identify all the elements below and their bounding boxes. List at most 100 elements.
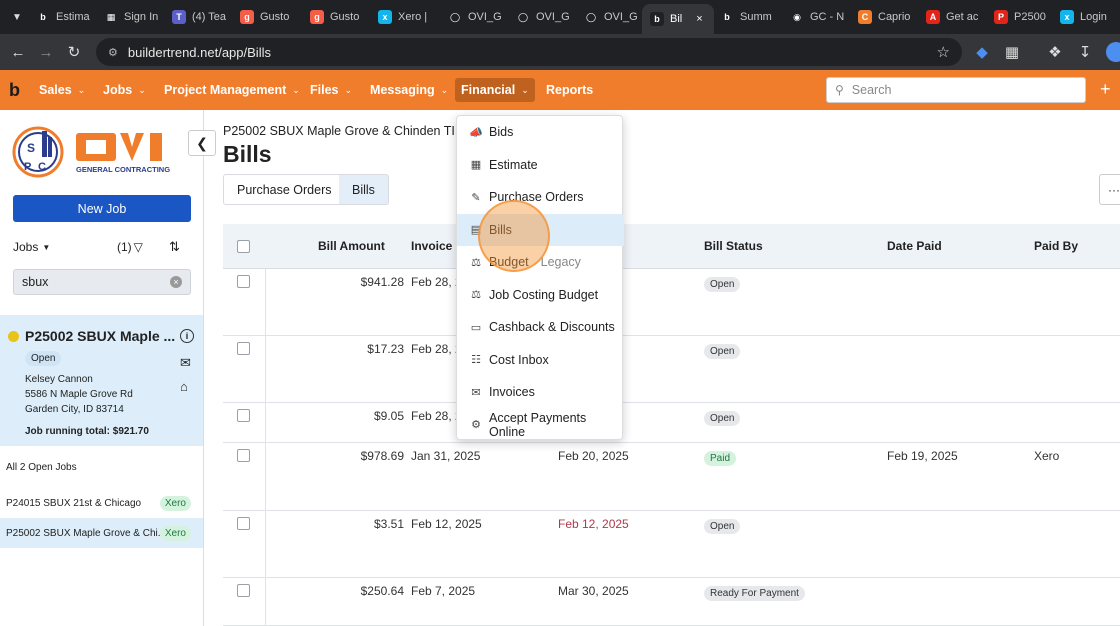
jobs-filter-bar: Jobs ▼ (1) ▽ ⇅ <box>13 237 193 257</box>
tab-search-dropdown[interactable]: ▼ <box>8 8 26 26</box>
job-address-line2: Garden City, ID 83714 <box>25 404 124 415</box>
browser-tab-label: Summ <box>740 11 772 23</box>
ticket-icon: ▭ <box>470 321 482 334</box>
menu-item-cost-inbox[interactable]: ☷ Cost Inbox <box>457 344 624 376</box>
browser-tab[interactable]: x Xero | <box>378 6 438 28</box>
page-title: Bills <box>223 141 272 167</box>
menu-item-estimate[interactable]: ▦ Estimate <box>457 149 624 181</box>
browser-tab[interactable]: A Get ac <box>926 6 986 28</box>
bookmark-star-icon[interactable]: ☆ <box>937 43 950 61</box>
browser-tab[interactable]: P P2500 <box>994 6 1054 28</box>
row-checkbox[interactable] <box>237 275 250 288</box>
buildertrend-logo[interactable]: b <box>9 80 27 100</box>
job-search-value: sbux <box>22 275 49 289</box>
forward-button[interactable]: → <box>36 42 56 62</box>
column-bill-amount[interactable]: Bill Amount <box>318 239 385 253</box>
address-bar[interactable]: ⚙ buildertrend.net/app/Bills ☆ <box>96 38 962 66</box>
browser-tab-label: P2500 <box>1014 11 1046 23</box>
invoice-date: Feb 12, 2025 <box>411 517 482 531</box>
browser-tab-label: Estima <box>56 11 90 23</box>
more-options-button[interactable]: ··· <box>1099 174 1120 205</box>
browser-tab[interactable]: b Summ <box>720 6 780 28</box>
nav-sales[interactable]: Sales ⌄ <box>33 78 91 102</box>
table-row[interactable]: $9.05 Feb 28, 2 Open <box>223 403 1120 443</box>
extensions-puzzle-icon[interactable]: ▦ <box>1002 42 1022 62</box>
select-all-checkbox[interactable] <box>237 240 250 253</box>
column-paid-by[interactable]: Paid By <box>1034 239 1078 253</box>
menu-item-cashback-discounts[interactable]: ▭ Cashback & Discounts <box>457 311 624 343</box>
site-info-icon[interactable]: ⚙ <box>108 46 118 59</box>
tab-bills[interactable]: Bills <box>339 174 389 205</box>
jobs-dropdown[interactable]: Jobs ▼ <box>13 240 50 254</box>
global-search-input[interactable]: ⚲ Search <box>826 77 1086 103</box>
job-search-field[interactable]: sbux × <box>13 269 191 295</box>
download-icon[interactable]: ↧ <box>1075 42 1095 62</box>
table-row[interactable]: $941.28 Feb 28, 2 Open <box>223 269 1120 336</box>
browser-tab[interactable]: ◯ OVI_G <box>516 6 576 28</box>
copilot-icon[interactable]: ❖ <box>1045 42 1065 62</box>
bill-amount: $9.05 <box>373 409 404 423</box>
add-icon[interactable]: + <box>1100 79 1111 100</box>
clear-search-icon[interactable]: × <box>170 276 182 288</box>
table-row[interactable]: $17.23 Feb 28, 2 Open <box>223 336 1120 403</box>
menu-item-job-costing-budget[interactable]: ⚖ Job Costing Budget <box>457 279 624 311</box>
info-icon[interactable]: i <box>180 329 194 343</box>
browser-tab-label: Gusto <box>330 11 360 23</box>
column-date-paid[interactable]: Date Paid <box>887 239 942 253</box>
browser-tab[interactable]: C Caprio <box>858 6 918 28</box>
close-tab-icon[interactable]: × <box>696 13 702 25</box>
browser-tab[interactable]: g Gusto <box>310 6 370 28</box>
browser-tab[interactable]: ◯ OVI_G <box>448 6 508 28</box>
nav-messaging[interactable]: Messaging ⌄ <box>364 78 454 102</box>
sort-icon[interactable]: ⇅ <box>169 239 180 255</box>
row-checkbox[interactable] <box>237 449 250 462</box>
browser-tab[interactable]: b Estima <box>36 6 96 28</box>
browser-tab[interactable]: x Login <box>1060 6 1120 28</box>
search-placeholder: Search <box>851 83 892 97</box>
buildertrend-icon: b <box>36 10 50 24</box>
nav-reports[interactable]: Reports <box>540 78 599 102</box>
column-bill-status[interactable]: Bill Status <box>704 239 763 253</box>
nav-financial[interactable]: Financial ⌄ <box>455 78 535 102</box>
browser-tab[interactable]: ▦ Sign In <box>104 6 164 28</box>
row-checkbox[interactable] <box>237 342 250 355</box>
selected-job-card[interactable]: P25002 SBUX Maple ... Open Kelsey Cannon… <box>0 315 203 446</box>
date-paid: Feb 19, 2025 <box>887 449 958 463</box>
filter-button[interactable]: (1) ▽ <box>117 240 143 254</box>
row-checkbox[interactable] <box>237 584 250 597</box>
row-checkbox[interactable] <box>237 409 250 422</box>
menu-item-invoices[interactable]: ✉ Invoices <box>457 376 624 408</box>
table-row[interactable]: $3.51 Feb 12, 2025 Feb 12, 2025 Open <box>223 511 1120 578</box>
profile-avatar[interactable] <box>1106 42 1120 62</box>
extension-shield-icon[interactable]: ◆ <box>972 42 992 62</box>
browser-tab-label: Get ac <box>946 11 979 23</box>
menu-item-bids[interactable]: 📣 Bids <box>457 116 624 148</box>
mail-icon[interactable]: ✉ <box>180 355 191 371</box>
browser-tab[interactable]: g Gusto <box>240 6 300 28</box>
nav-files[interactable]: Files ⌄ <box>304 78 358 102</box>
new-job-button[interactable]: New Job <box>13 195 191 222</box>
buildertrend-icon: b <box>650 12 664 26</box>
row-checkbox[interactable] <box>237 517 250 530</box>
job-list-item[interactable]: P24015 SBUX 21st & Chicago Xero <box>0 488 203 518</box>
table-row[interactable]: $978.69 Jan 31, 2025 Feb 20, 2025 Paid Feb 1… <box>223 443 1120 511</box>
reload-button[interactable]: ↻ <box>64 42 84 62</box>
back-button[interactable]: ← <box>8 42 28 62</box>
github-icon: ◉ <box>790 10 804 24</box>
menu-item-purchase-orders[interactable]: ✎ Purchase Orders <box>457 181 624 213</box>
job-list-item[interactable]: P25002 SBUX Maple Grove & Chi... Xero <box>0 518 203 548</box>
browser-tab[interactable]: T (4) Tea <box>172 6 232 28</box>
tab-purchase-orders[interactable]: Purchase Orders <box>223 174 346 205</box>
nav-project-management[interactable]: Project Management ⌄ <box>158 78 306 102</box>
click-indicator <box>478 200 550 272</box>
home-icon[interactable]: ⌂ <box>180 379 188 394</box>
nav-jobs[interactable]: Jobs ⌄ <box>97 78 152 102</box>
job-title: P25002 SBUX Maple ... <box>25 328 176 344</box>
collapse-sidebar-button[interactable]: ❮ <box>188 130 216 156</box>
search-icon: ⚲ <box>835 83 844 97</box>
browser-tab[interactable]: ◉ GC - N <box>790 6 850 28</box>
menu-item-accept-payments-online[interactable]: ⚙ Accept Payments Online <box>457 409 624 441</box>
browser-tab[interactable]: ◯ OVI_G <box>584 6 644 28</box>
browser-tab[interactable]: b Bil × <box>642 4 714 34</box>
table-row[interactable]: $250.64 Feb 7, 2025 Mar 30, 2025 Ready For … <box>223 578 1120 626</box>
